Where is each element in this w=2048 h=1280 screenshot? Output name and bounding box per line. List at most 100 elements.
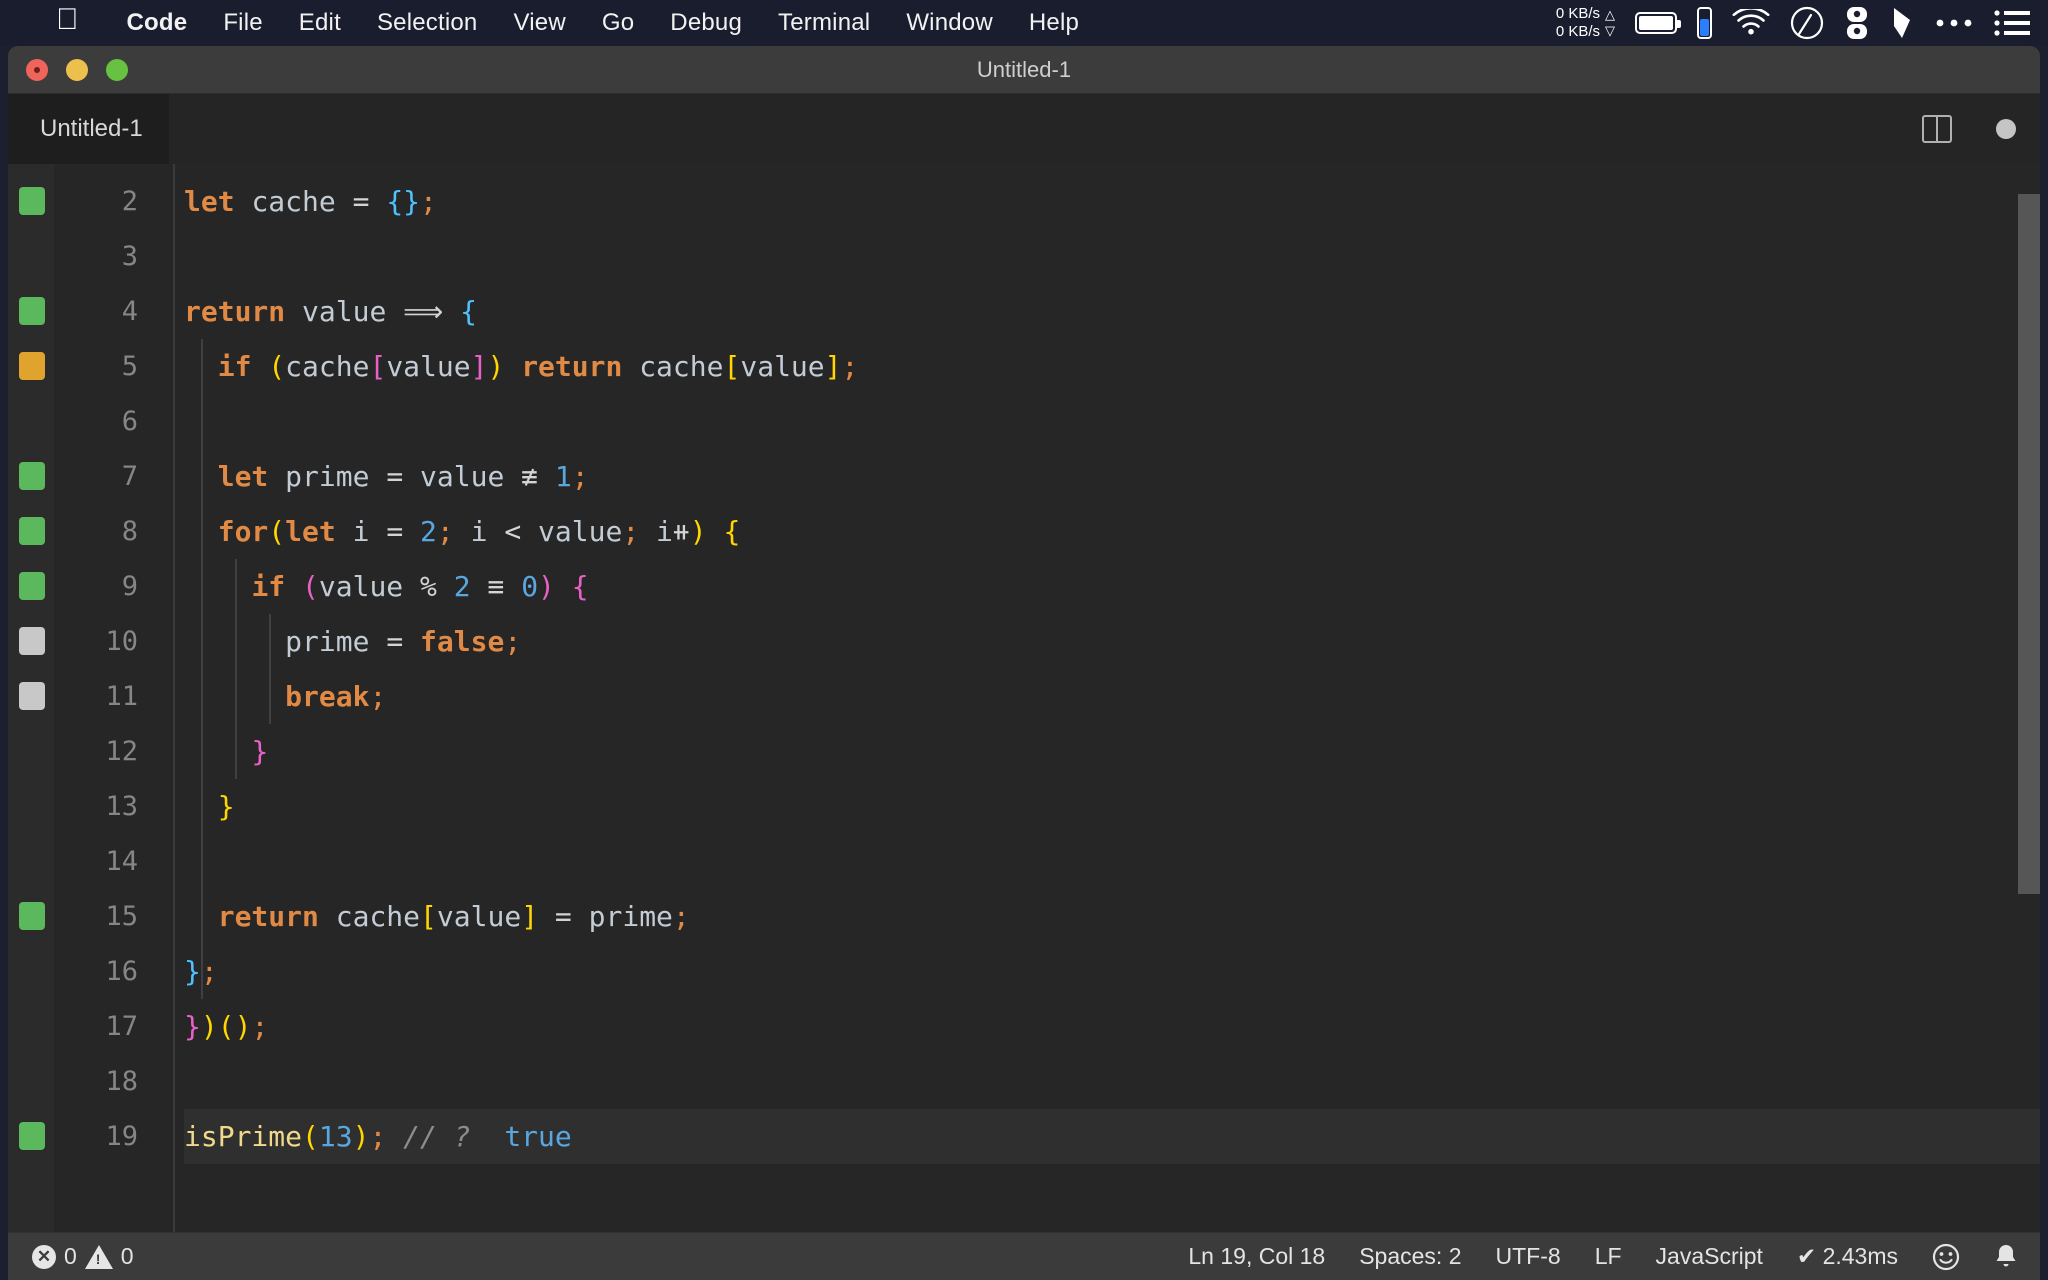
menu-item-code[interactable]: Code <box>109 9 206 37</box>
status-bar-left: ✕ 0 0 <box>32 1243 134 1270</box>
editor-scrollbar-thumb[interactable] <box>2018 194 2040 894</box>
editor-scrollbar[interactable] <box>2018 164 2040 1232</box>
code-token: cache <box>336 900 420 933</box>
encoding[interactable]: UTF-8 <box>1496 1243 1561 1270</box>
smiley-icon[interactable] <box>1932 1243 1960 1271</box>
code-token <box>471 1120 505 1153</box>
editor-actions <box>1922 94 2016 164</box>
code-token <box>538 900 555 933</box>
code-token <box>504 350 521 383</box>
code-token: ( <box>268 515 285 548</box>
menu-item-terminal[interactable]: Terminal <box>760 9 888 37</box>
menu-item-debug[interactable]: Debug <box>652 9 760 37</box>
unsaved-dot-icon[interactable] <box>1996 119 2016 139</box>
code-line[interactable]: break; <box>184 669 386 724</box>
code-token <box>403 625 420 658</box>
code-token: { <box>724 515 741 548</box>
bell-icon[interactable] <box>1994 1243 2018 1271</box>
code-token: ; <box>504 625 521 658</box>
code-line[interactable]: isPrime(13); // ? true <box>184 1109 572 1164</box>
apple-logo-icon[interactable]:  <box>56 5 79 35</box>
code-token: 0 <box>521 570 538 603</box>
code-token <box>403 515 420 548</box>
code-token: cache <box>639 350 723 383</box>
code-line[interactable]: } <box>184 724 268 779</box>
code-token: ] <box>825 350 842 383</box>
coverage-gutter <box>8 164 54 1232</box>
problems-indicator[interactable]: ✕ 0 0 <box>32 1243 134 1270</box>
cursor-position[interactable]: Ln 19, Col 18 <box>1188 1243 1325 1270</box>
coverage-indicator <box>19 572 45 600</box>
code-token: } <box>184 955 201 988</box>
bluetooth-battery-icon[interactable] <box>1844 6 1870 40</box>
code-token: ] <box>471 350 488 383</box>
code-line[interactable]: if (cache[value]) return cache[value]; <box>184 339 858 394</box>
code-line[interactable]: })(); <box>184 999 268 1054</box>
code-content[interactable]: let cache = {};return value ⟹ { if (cach… <box>184 164 2040 1232</box>
line-number: 14 <box>105 834 138 889</box>
code-line[interactable]: for(let i = 2; i < value; i⧺) { <box>184 504 740 559</box>
code-token: ) <box>235 1010 252 1043</box>
menu-item-window[interactable]: Window <box>888 9 1011 37</box>
code-token: return <box>184 295 285 328</box>
code-token <box>369 625 386 658</box>
end-of-line[interactable]: LF <box>1595 1243 1622 1270</box>
menu-item-edit[interactable]: Edit <box>281 9 359 37</box>
code-line[interactable]: return cache[value] = prime; <box>184 889 690 944</box>
dropbox-icon[interactable] <box>1890 6 1914 40</box>
menu-item-help[interactable]: Help <box>1011 9 1097 37</box>
line-number: 17 <box>105 999 138 1054</box>
menu-item-selection[interactable]: Selection <box>359 9 496 37</box>
window-title: Untitled-1 <box>8 57 2040 83</box>
language-mode[interactable]: JavaScript <box>1656 1243 1763 1270</box>
display-icon[interactable] <box>1635 12 1677 34</box>
quokka-runtime[interactable]: ✔ 2.43ms <box>1797 1243 1898 1270</box>
code-token: break <box>285 680 369 713</box>
code-token <box>622 350 639 383</box>
warning-count: 0 <box>121 1243 134 1270</box>
network-download-speed: 0 KB/s <box>1556 23 1600 41</box>
code-token: 1 <box>555 460 572 493</box>
list-menu-icon[interactable] <box>1994 10 2030 36</box>
code-token: ; <box>369 680 386 713</box>
tab-untitled-1[interactable]: Untitled-1 <box>8 94 170 164</box>
code-token <box>285 295 302 328</box>
menu-item-go[interactable]: Go <box>584 9 652 37</box>
vscode-window: Untitled-1 Untitled-1 234567891011121314… <box>8 46 2040 1280</box>
code-line[interactable]: if (value % 2 ≡ 0) { <box>184 559 589 614</box>
code-token <box>386 1120 403 1153</box>
siri-icon[interactable] <box>1790 6 1824 40</box>
code-token <box>555 570 572 603</box>
code-token: value <box>302 295 386 328</box>
code-token: = <box>386 625 403 658</box>
menu-item-view[interactable]: View <box>495 9 583 37</box>
coverage-indicator <box>19 462 45 490</box>
line-number: 12 <box>105 724 138 779</box>
code-line[interactable]: let prime = value ≢ 1; <box>184 449 589 504</box>
menu-item-file[interactable]: File <box>205 9 280 37</box>
code-token: prime <box>285 460 369 493</box>
code-token: ; <box>201 955 218 988</box>
line-number: 11 <box>105 669 138 724</box>
code-editor[interactable]: 2345678910111213141516171819 let cache =… <box>8 164 2040 1232</box>
code-line[interactable]: } <box>184 779 235 834</box>
code-token <box>285 570 302 603</box>
code-line[interactable]: return value ⟹ { <box>184 284 477 339</box>
code-token: if <box>251 570 285 603</box>
code-token: } <box>218 790 235 823</box>
coverage-indicator <box>19 1122 45 1150</box>
line-number: 8 <box>122 504 138 559</box>
indentation[interactable]: Spaces: 2 <box>1359 1243 1461 1270</box>
code-token: ( <box>218 1010 235 1043</box>
battery-vertical-icon[interactable] <box>1697 7 1712 39</box>
wifi-icon[interactable] <box>1732 9 1770 37</box>
code-token <box>521 515 538 548</box>
code-token: ) <box>353 1120 370 1153</box>
split-editor-icon[interactable] <box>1922 115 1952 143</box>
code-token: ≡ <box>471 570 522 603</box>
code-token: let <box>285 515 336 548</box>
code-token <box>403 460 420 493</box>
code-line[interactable]: let cache = {}; <box>184 174 437 229</box>
network-speed-indicator[interactable]: 0 KB/s 0 KB/s △▽ <box>1556 5 1615 40</box>
control-center-icon[interactable] <box>1934 17 1974 29</box>
